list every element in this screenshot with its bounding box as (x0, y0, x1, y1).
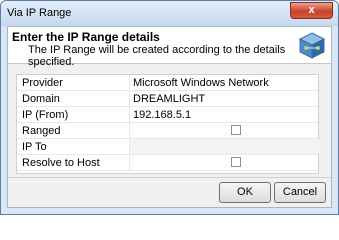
footer-divider (8, 177, 331, 178)
property-row-resolve-to-host: Resolve to Host (17, 155, 318, 171)
domain-value: DREAMLIGHT (133, 93, 206, 105)
property-row-ip-to: IP To (17, 139, 319, 155)
close-icon: x (308, 4, 315, 16)
resolve-to-host-cell (129, 155, 319, 170)
window-title: Via IP Range (7, 7, 72, 19)
property-grid: Provider Microsoft Windows Network Domai… (16, 74, 319, 174)
ranged-checkbox[interactable] (231, 125, 241, 135)
property-row-ranged: Ranged (17, 123, 318, 139)
dialog-body: Enter the IP Range details The IP Range … (7, 26, 332, 208)
provider-value: Microsoft Windows Network (133, 77, 269, 89)
title-bar[interactable]: Via IP Range x (1, 1, 338, 26)
property-label: Domain (22, 93, 60, 105)
ip-from-value: 192.168.5.1 (133, 109, 192, 121)
property-label: Provider (22, 77, 63, 89)
header-panel: Enter the IP Range details The IP Range … (8, 27, 331, 68)
dialog-window: Via IP Range x Enter the IP Range detail… (0, 0, 339, 215)
close-button[interactable]: x (290, 2, 333, 19)
network-cube-icon (298, 32, 326, 59)
property-label: IP To (22, 141, 47, 153)
property-row-provider: Provider Microsoft Windows Network (17, 75, 318, 91)
property-label: Ranged (22, 125, 61, 137)
resolve-to-host-checkbox[interactable] (231, 157, 241, 167)
property-label: IP (From) (22, 109, 69, 121)
header-title: Enter the IP Range details (12, 30, 160, 44)
cancel-button[interactable]: Cancel (274, 182, 326, 203)
header-subtitle: The IP Range will be created according t… (28, 44, 286, 68)
ip-to-field[interactable] (129, 139, 319, 154)
ok-button[interactable]: OK (219, 182, 271, 203)
property-row-ip-from: IP (From) 192.168.5.1 (17, 107, 318, 123)
property-label: Resolve to Host (22, 157, 100, 169)
ranged-cell (129, 123, 319, 138)
property-row-domain: Domain DREAMLIGHT (17, 91, 318, 107)
